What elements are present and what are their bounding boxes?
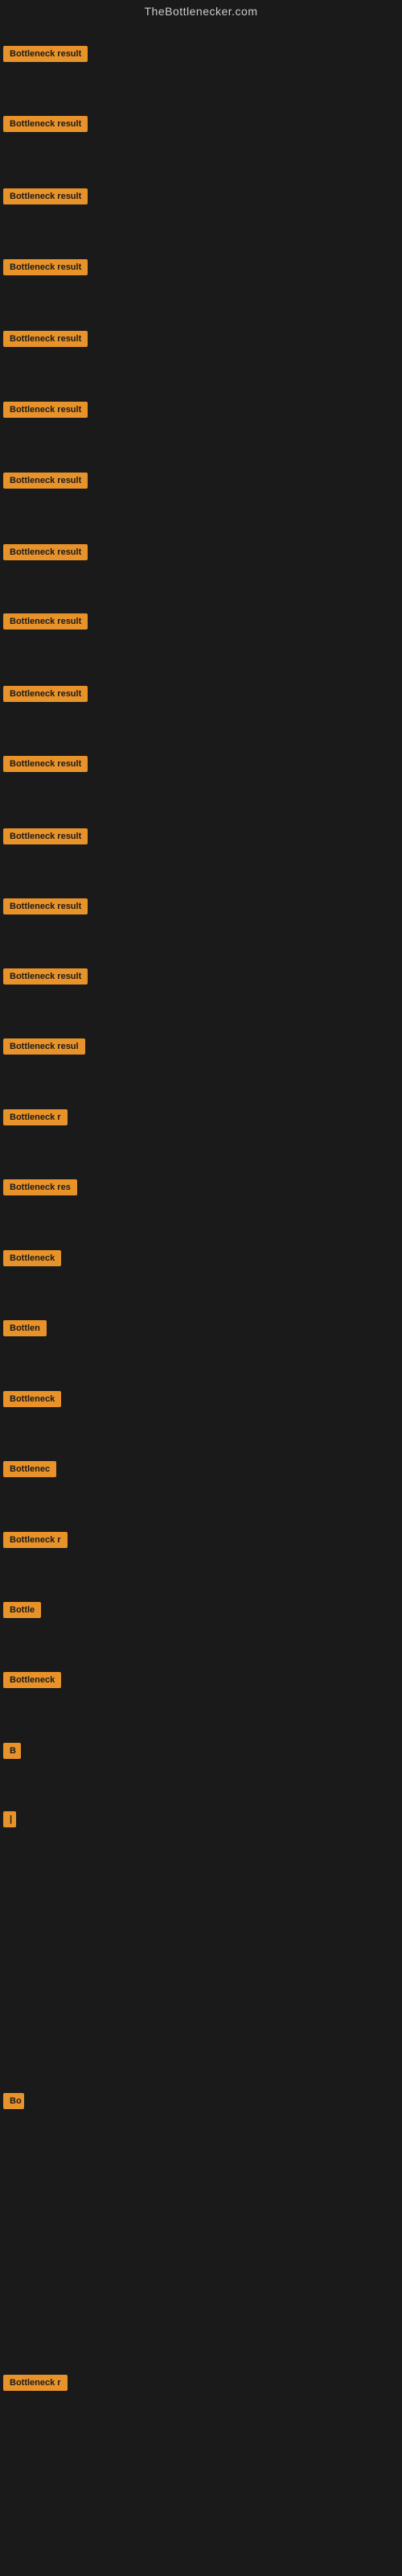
bottleneck-item-11: Bottleneck result	[3, 756, 88, 776]
bottleneck-badge-22[interactable]: Bottleneck r	[3, 1532, 68, 1548]
bottleneck-badge-27[interactable]: Bo	[3, 2093, 24, 2109]
bottleneck-badge-9[interactable]: Bottleneck result	[3, 613, 88, 630]
bottleneck-items-container: Bottleneck result Bottleneck result Bottle…	[0, 0, 402, 2576]
bottleneck-badge-5[interactable]: Bottleneck result	[3, 331, 88, 347]
bottleneck-badge-8[interactable]: Bottleneck result	[3, 544, 88, 560]
bottleneck-item-10: Bottleneck result	[3, 686, 88, 706]
bottleneck-badge-16[interactable]: Bottleneck r	[3, 1109, 68, 1125]
bottleneck-item-19: Bottlen	[3, 1320, 47, 1340]
bottleneck-badge-14[interactable]: Bottleneck result	[3, 968, 88, 985]
bottleneck-item-6: Bottleneck result	[3, 402, 88, 422]
bottleneck-badge-21[interactable]: Bottlenec	[3, 1461, 56, 1477]
bottleneck-item-25: B	[3, 1743, 21, 1763]
bottleneck-badge-3[interactable]: Bottleneck result	[3, 188, 88, 204]
bottleneck-badge-17[interactable]: Bottleneck res	[3, 1179, 77, 1195]
bottleneck-item-2: Bottleneck result	[3, 116, 88, 136]
bottleneck-badge-26[interactable]: |	[3, 1811, 16, 1827]
bottleneck-item-21: Bottlenec	[3, 1461, 56, 1481]
bottleneck-badge-25[interactable]: B	[3, 1743, 21, 1759]
bottleneck-item-1: Bottleneck result	[3, 46, 88, 66]
bottleneck-item-8: Bottleneck result	[3, 544, 88, 564]
bottleneck-badge-28[interactable]: Bottleneck r	[3, 2375, 68, 2391]
bottleneck-item-5: Bottleneck result	[3, 331, 88, 351]
bottleneck-item-18: Bottleneck	[3, 1250, 61, 1270]
bottleneck-item-16: Bottleneck r	[3, 1109, 68, 1129]
bottleneck-badge-7[interactable]: Bottleneck result	[3, 473, 88, 489]
bottleneck-item-27: Bo	[3, 2093, 24, 2113]
bottleneck-item-13: Bottleneck result	[3, 898, 88, 919]
bottleneck-item-22: Bottleneck r	[3, 1532, 68, 1552]
bottleneck-badge-19[interactable]: Bottlen	[3, 1320, 47, 1336]
bottleneck-badge-2[interactable]: Bottleneck result	[3, 116, 88, 132]
bottleneck-badge-1[interactable]: Bottleneck result	[3, 46, 88, 62]
bottleneck-item-4: Bottleneck result	[3, 259, 88, 279]
bottleneck-badge-11[interactable]: Bottleneck result	[3, 756, 88, 772]
bottleneck-badge-10[interactable]: Bottleneck result	[3, 686, 88, 702]
bottleneck-item-3: Bottleneck result	[3, 188, 88, 208]
bottleneck-badge-18[interactable]: Bottleneck	[3, 1250, 61, 1266]
bottleneck-item-15: Bottleneck resul	[3, 1038, 85, 1059]
bottleneck-item-26: |	[3, 1811, 16, 1831]
bottleneck-badge-24[interactable]: Bottleneck	[3, 1672, 61, 1688]
bottleneck-item-28: Bottleneck r	[3, 2375, 68, 2395]
bottleneck-badge-23[interactable]: Bottle	[3, 1602, 41, 1618]
bottleneck-badge-12[interactable]: Bottleneck result	[3, 828, 88, 844]
bottleneck-badge-15[interactable]: Bottleneck resul	[3, 1038, 85, 1055]
bottleneck-item-9: Bottleneck result	[3, 613, 88, 634]
bottleneck-badge-20[interactable]: Bottleneck	[3, 1391, 61, 1407]
bottleneck-badge-4[interactable]: Bottleneck result	[3, 259, 88, 275]
bottleneck-badge-6[interactable]: Bottleneck result	[3, 402, 88, 418]
bottleneck-item-17: Bottleneck res	[3, 1179, 77, 1199]
bottleneck-item-7: Bottleneck result	[3, 473, 88, 493]
bottleneck-item-23: Bottle	[3, 1602, 41, 1622]
bottleneck-item-20: Bottleneck	[3, 1391, 61, 1411]
bottleneck-item-14: Bottleneck result	[3, 968, 88, 989]
bottleneck-item-24: Bottleneck	[3, 1672, 61, 1692]
bottleneck-badge-13[interactable]: Bottleneck result	[3, 898, 88, 914]
bottleneck-item-12: Bottleneck result	[3, 828, 88, 848]
